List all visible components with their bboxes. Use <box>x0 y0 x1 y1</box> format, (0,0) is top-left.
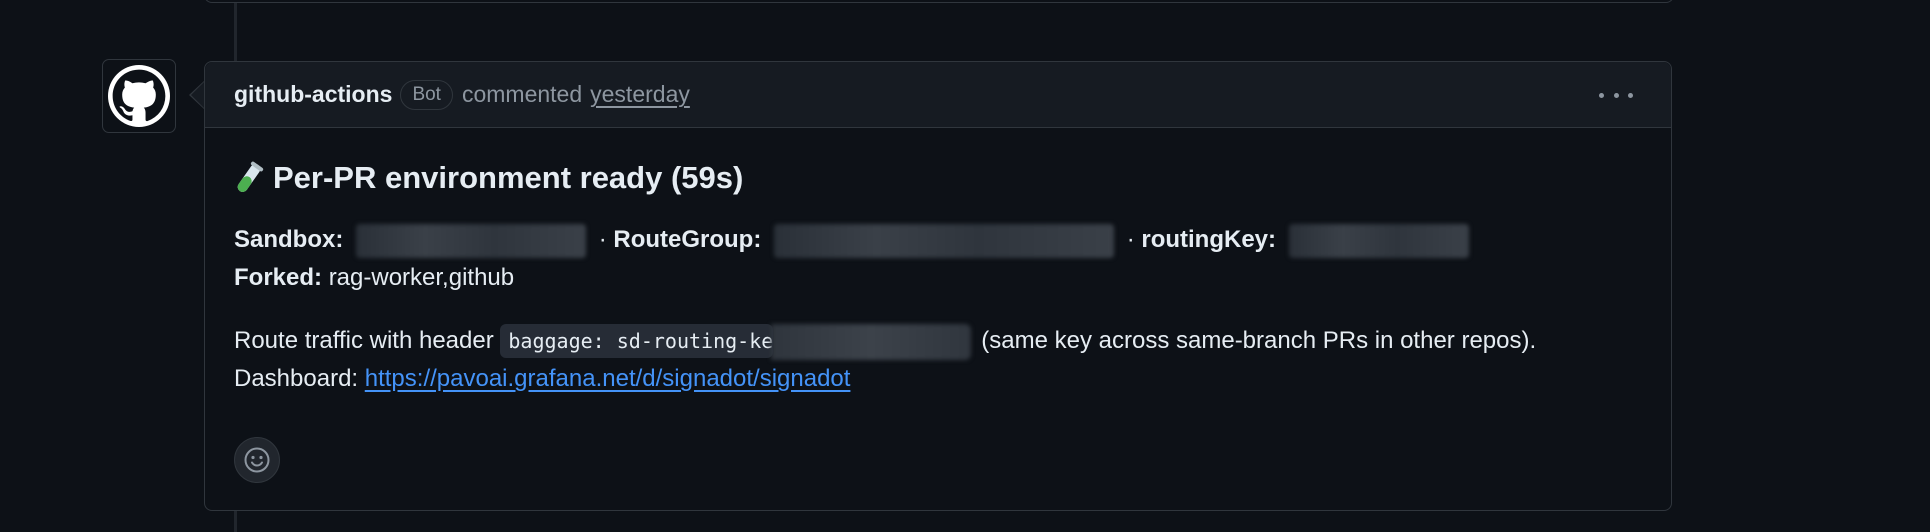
test-tube-icon <box>237 161 264 193</box>
forked-line: Forked: rag-worker,github <box>234 259 1642 297</box>
redacted-sandbox <box>356 223 587 258</box>
github-octocat-icon <box>108 65 170 127</box>
route-text: Route traffic with header <box>234 327 494 354</box>
redacted-code <box>771 323 972 360</box>
route-suffix: (same key across same-branch PRs in othe… <box>981 327 1537 354</box>
title-text: Per-PR environment ready (59s) <box>273 160 744 195</box>
code-text: baggage: sd-routing-ke <box>508 329 774 353</box>
bot-badge: Bot <box>400 79 453 110</box>
timestamp-link[interactable]: yesterday <box>590 81 690 108</box>
comment-box: github-actions Bot commented yesterday P… <box>204 61 1672 511</box>
separator: · <box>1126 226 1135 253</box>
routingkey-label: routingKey: <box>1141 226 1277 253</box>
kebab-dot <box>1599 92 1604 98</box>
sandbox-line: Sandbox: · RouteGroup: · routingKey: <box>234 221 1642 259</box>
dashboard-line: Dashboard: https://pavoai.grafana.net/d/… <box>234 360 1642 398</box>
route-line: Route traffic with header baggage: sd-ro… <box>234 322 1642 360</box>
author-link[interactable]: github-actions <box>234 81 392 108</box>
header-code: baggage: sd-routing-ke <box>500 324 774 358</box>
comment-header: github-actions Bot commented yesterday <box>205 62 1671 128</box>
kebab-dot <box>1628 92 1633 98</box>
routegroup-label: RouteGroup: <box>613 226 762 253</box>
comment-title: Per-PR environment ready (59s) <box>234 158 1642 198</box>
smiley-icon <box>244 447 270 473</box>
comment-body: Per-PR environment ready (59s) Sandbox: … <box>205 158 1671 398</box>
comment-action: commented <box>461 81 583 107</box>
forked-value: rag-worker,github <box>328 264 515 291</box>
sandbox-label: Sandbox: <box>234 226 344 253</box>
kebab-horizontal-icon[interactable] <box>1599 83 1633 107</box>
avatar[interactable] <box>102 59 176 133</box>
previous-comment-box <box>204 0 1674 3</box>
kebab-dot <box>1613 92 1619 98</box>
separator: · <box>598 226 607 253</box>
dashboard-link[interactable]: https://pavoai.grafana.net/d/signadot/si… <box>365 365 851 392</box>
dashboard-label: Dashboard: <box>234 365 359 392</box>
redacted-routingkey <box>1288 223 1469 258</box>
forked-label: Forked: <box>234 264 323 291</box>
add-reaction-button[interactable] <box>234 437 280 483</box>
comment-caret-fill <box>191 81 205 109</box>
redacted-routegroup <box>774 223 1115 258</box>
